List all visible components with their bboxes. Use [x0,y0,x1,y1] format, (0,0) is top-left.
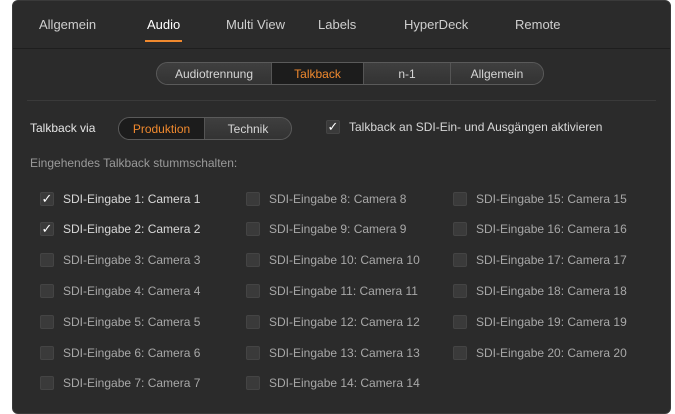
checkbox-box [40,284,54,298]
checkbox-label: SDI-Eingabe 6: Camera 6 [63,346,201,360]
mute-input-20-checkbox[interactable]: SDI-Eingabe 20: Camera 20 [453,346,627,360]
tab-allgemein[interactable]: Allgemein [39,17,96,32]
mute-input-8-checkbox[interactable]: SDI-Eingabe 8: Camera 8 [246,192,406,206]
checkbox-box [453,222,467,236]
tab-label: HyperDeck [404,17,469,32]
mute-input-13-checkbox[interactable]: SDI-Eingabe 13: Camera 13 [246,346,420,360]
mute-input-11-checkbox[interactable]: SDI-Eingabe 11: Camera 11 [246,284,418,298]
section-divider [27,100,656,101]
mute-input-7-checkbox[interactable]: SDI-Eingabe 7: Camera 7 [40,376,200,390]
mute-input-4-checkbox[interactable]: SDI-Eingabe 4: Camera 4 [40,284,200,298]
tab-audio[interactable]: Audio [145,17,183,42]
main-tabs: Allgemein Audio Multi View Labels HyperD… [13,1,670,49]
talkback-via-toggle: Produktion Technik [118,117,292,140]
checkbox-label: SDI-Eingabe 16: Camera 16 [476,222,627,236]
mute-input-18-checkbox[interactable]: SDI-Eingabe 18: Camera 18 [453,284,627,298]
checkbox-label: SDI-Eingabe 5: Camera 5 [63,315,201,329]
tab-hyperdeck[interactable]: HyperDeck [404,17,468,32]
tab-multi-view[interactable]: Multi View [226,17,285,32]
checkbox-label: SDI-Eingabe 8: Camera 8 [269,192,407,206]
checkbox-box [246,253,260,267]
checkbox-label: SDI-Eingabe 11: Camera 11 [269,284,418,298]
tab-label: Allgemein [39,17,97,32]
checkbox-label: SDI-Eingabe 14: Camera 14 [269,376,420,390]
checkbox-label: SDI-Eingabe 10: Camera 10 [269,253,420,267]
checkbox-box [453,346,467,360]
checkbox-box [453,253,467,267]
mute-input-10-checkbox[interactable]: SDI-Eingabe 10: Camera 10 [246,253,420,267]
checkmark-icon: ✓ [326,119,340,134]
talkback-via-label: Talkback via [30,121,96,135]
checkbox-box [246,315,260,329]
subtab-talkback[interactable]: Talkback [272,63,364,84]
option-produktion[interactable]: Produktion [119,118,205,139]
tab-label: Multi View [226,17,286,32]
checkbox-label: SDI-Eingabe 4: Camera 4 [63,284,201,298]
checkbox-label: SDI-Eingabe 19: Camera 19 [476,315,627,329]
checkbox-box [40,315,54,329]
checkbox-box [40,346,54,360]
checkbox-label: SDI-Eingabe 7: Camera 7 [63,376,201,390]
active-tab-indicator [145,40,183,42]
checkbox-label: SDI-Eingabe 18: Camera 18 [476,284,627,298]
checkmark-icon: ✓ [40,221,54,236]
mute-input-12-checkbox[interactable]: SDI-Eingabe 12: Camera 12 [246,315,420,329]
subtab-audiotrennung[interactable]: Audiotrennung [157,63,272,84]
mute-input-2-checkbox[interactable]: ✓ SDI-Eingabe 2: Camera 2 [40,222,200,236]
checkbox-box [246,284,260,298]
checkbox-label: SDI-Eingabe 2: Camera 2 [63,222,201,236]
checkbox-label: SDI-Eingabe 20: Camera 20 [476,346,627,360]
checkbox-label: SDI-Eingabe 1: Camera 1 [63,192,201,206]
checkbox-label: SDI-Eingabe 17: Camera 17 [476,253,627,267]
mute-input-19-checkbox[interactable]: SDI-Eingabe 19: Camera 19 [453,315,627,329]
subtab-n-1[interactable]: n-1 [364,63,451,84]
checkmark-icon: ✓ [40,191,54,206]
mute-input-15-checkbox[interactable]: SDI-Eingabe 15: Camera 15 [453,192,627,206]
mute-input-3-checkbox[interactable]: SDI-Eingabe 3: Camera 3 [40,253,200,267]
settings-panel: Allgemein Audio Multi View Labels HyperD… [12,0,671,414]
audio-subtabs: Audiotrennung Talkback n-1 Allgemein [156,62,544,85]
tab-label: Labels [318,17,357,32]
tab-remote[interactable]: Remote [515,17,561,32]
tab-label: Audio [147,17,181,32]
mute-input-9-checkbox[interactable]: SDI-Eingabe 9: Camera 9 [246,222,406,236]
checkbox-box [40,376,54,390]
tab-label: Remote [515,17,561,32]
tab-labels[interactable]: Labels [318,17,356,32]
checkbox-label: SDI-Eingabe 12: Camera 12 [269,315,420,329]
checkbox-box [246,192,260,206]
checkbox-box [453,192,467,206]
mute-input-5-checkbox[interactable]: SDI-Eingabe 5: Camera 5 [40,315,200,329]
checkbox-box [246,222,260,236]
checkbox-box [453,315,467,329]
mute-heading: Eingehendes Talkback stummschalten: [30,156,238,170]
checkbox-box [453,284,467,298]
checkbox-box [246,346,260,360]
sdi-talkback-enable-checkbox[interactable]: ✓ Talkback an SDI-Ein- und Ausgängen akt… [326,120,602,134]
mute-input-14-checkbox[interactable]: SDI-Eingabe 14: Camera 14 [246,376,420,390]
checkbox-label: SDI-Eingabe 15: Camera 15 [476,192,627,206]
option-technik[interactable]: Technik [205,118,291,139]
checkbox-label: SDI-Eingabe 13: Camera 13 [269,346,420,360]
mute-input-6-checkbox[interactable]: SDI-Eingabe 6: Camera 6 [40,346,200,360]
subtab-allgemein[interactable]: Allgemein [451,63,543,84]
checkbox-label: SDI-Eingabe 3: Camera 3 [63,253,201,267]
checkbox-label: Talkback an SDI-Ein- und Ausgängen aktiv… [349,120,603,134]
checkbox-label: SDI-Eingabe 9: Camera 9 [269,222,407,236]
mute-input-16-checkbox[interactable]: SDI-Eingabe 16: Camera 16 [453,222,627,236]
mute-input-1-checkbox[interactable]: ✓ SDI-Eingabe 1: Camera 1 [40,192,200,206]
checkbox-box [40,253,54,267]
checkbox-box [246,376,260,390]
mute-input-17-checkbox[interactable]: SDI-Eingabe 17: Camera 17 [453,253,627,267]
